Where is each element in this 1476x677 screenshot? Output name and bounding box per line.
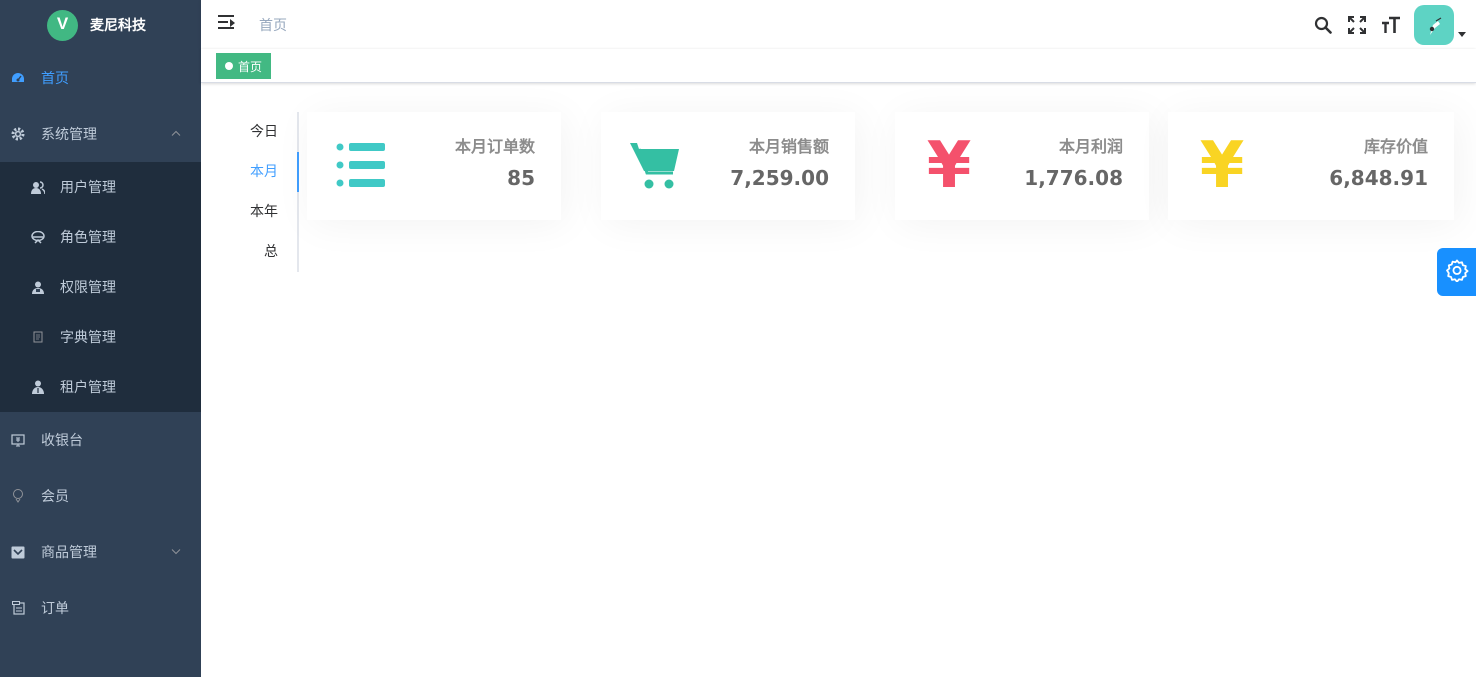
sidebar-item-goods[interactable]: 商品管理: [0, 524, 201, 580]
stat-text: 库存价值 6,848.91: [1329, 137, 1428, 190]
role-icon: [30, 229, 46, 245]
tag-label: 首页: [238, 59, 263, 74]
tab-this-year[interactable]: 本年: [240, 192, 297, 232]
stat-card-inventory[interactable]: ¥ 库存价值 6,848.91: [1168, 112, 1454, 220]
sidebar-item-home[interactable]: 首页: [0, 50, 201, 106]
fullscreen-icon[interactable]: [1340, 0, 1374, 49]
stat-card-profit[interactable]: ¥ 本月利润 1,776.08: [895, 112, 1149, 220]
sidebar-item-label: 角色管理: [60, 230, 116, 246]
yen-icon: ¥: [909, 126, 989, 206]
stat-label: 本月利润: [1058, 137, 1123, 156]
stat-text: 本月利润 1,776.08: [1024, 137, 1123, 190]
dictionary-icon: [30, 329, 46, 345]
sidebar: 麦尼科技 首页 系统管理 用户管理: [0, 0, 201, 677]
shopping-cart-icon: [615, 126, 695, 206]
caret-down-icon[interactable]: [1458, 32, 1466, 37]
chevron-down-icon: [171, 547, 181, 558]
sidebar-item-label: 系统管理: [41, 127, 97, 143]
sidebar-item-system[interactable]: 系统管理: [0, 106, 201, 162]
stat-label: 库存价值: [1363, 137, 1428, 156]
sidebar-item-cashier[interactable]: 收银台: [0, 412, 201, 468]
sidebar-item-permission-management[interactable]: 权限管理: [0, 262, 201, 312]
cashier-icon: [10, 432, 26, 448]
stat-value: 1,776.08: [1024, 166, 1123, 190]
stat-text: 本月订单数 85: [454, 137, 535, 190]
sidebar-item-label: 会员: [41, 489, 69, 505]
gear-icon: [10, 126, 26, 142]
settings-button[interactable]: [1437, 248, 1476, 296]
goods-icon: [10, 544, 26, 560]
navbar: 首页: [201, 0, 1476, 49]
active-dot-icon: [225, 62, 233, 70]
sidebar-item-label: 租户管理: [60, 380, 116, 396]
tab-active-indicator: [297, 152, 299, 192]
sidebar-item-label: 首页: [41, 71, 69, 87]
stat-card-orders[interactable]: 本月订单数 85: [307, 112, 561, 220]
submenu-system: 用户管理 角色管理 权限管理 字典管理 租户管理: [0, 162, 201, 412]
logo[interactable]: 麦尼科技: [0, 0, 201, 50]
dashboard-icon: [10, 70, 26, 86]
sidebar-item-label: 字典管理: [60, 330, 116, 346]
gear-icon: [1445, 258, 1469, 286]
font-size-icon[interactable]: [1374, 0, 1408, 49]
sidebar-item-role-management[interactable]: 角色管理: [0, 212, 201, 262]
tab-today[interactable]: 今日: [240, 112, 297, 152]
chevron-up-icon: [171, 129, 181, 140]
tag-home[interactable]: 首页: [216, 53, 272, 79]
sidebar-item-label: 权限管理: [60, 280, 116, 296]
member-icon: [10, 488, 26, 504]
stat-label: 本月销售额: [748, 137, 829, 156]
sidebar-item-label: 用户管理: [60, 180, 116, 196]
tags-view: 首页: [201, 49, 1476, 83]
tenant-icon: [30, 379, 46, 395]
stat-label: 本月订单数: [454, 137, 535, 156]
tab-total[interactable]: 总: [240, 232, 297, 272]
right-menu: [1306, 0, 1476, 49]
tab-this-month[interactable]: 本月: [240, 152, 297, 192]
yen-icon: ¥: [1182, 126, 1262, 206]
list-icon: [321, 126, 401, 206]
sidebar-item-order[interactable]: 订单: [0, 580, 201, 636]
stat-value: 6,848.91: [1329, 166, 1428, 190]
hamburger-icon[interactable]: [218, 15, 236, 31]
sidebar-item-dictionary-management[interactable]: 字典管理: [0, 312, 201, 362]
sidebar-item-member[interactable]: 会员: [0, 468, 201, 524]
sidebar-item-user-management[interactable]: 用户管理: [0, 162, 201, 212]
stat-value: 7,259.00: [730, 166, 829, 190]
order-icon: [10, 600, 26, 616]
user-icon: [30, 179, 46, 195]
stat-text: 本月销售额 7,259.00: [730, 137, 829, 190]
avatar[interactable]: [1414, 4, 1454, 45]
sidebar-item-label: 商品管理: [41, 545, 97, 561]
yen-glyph: ¥: [1199, 129, 1245, 203]
stat-card-sales[interactable]: 本月销售额 7,259.00: [601, 112, 855, 220]
search-icon[interactable]: [1306, 0, 1340, 49]
period-tabs: 今日 本月 本年 总: [240, 112, 299, 272]
sidebar-item-label: 收银台: [41, 433, 83, 449]
app-title: 麦尼科技: [90, 18, 146, 34]
yen-glyph: ¥: [926, 129, 972, 203]
stat-value: 85: [507, 166, 535, 190]
sidebar-item-tenant-management[interactable]: 租户管理: [0, 362, 201, 412]
sidebar-item-label: 订单: [41, 601, 69, 617]
app-root: 麦尼科技 首页 系统管理 用户管理: [0, 0, 1476, 677]
logo-icon: [47, 9, 78, 41]
permission-icon: [30, 279, 46, 295]
breadcrumb: 首页: [259, 18, 287, 34]
